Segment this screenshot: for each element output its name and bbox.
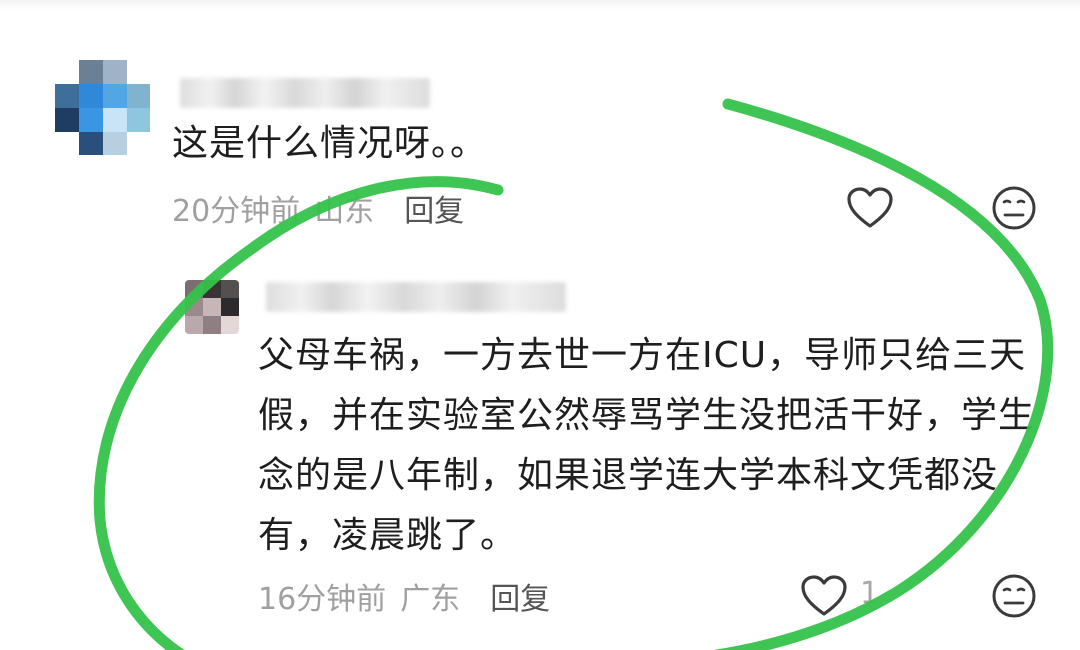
heart-icon[interactable] [800, 574, 848, 618]
comment-location: 山东 [314, 194, 375, 229]
comment-text: 父母车祸，一方去世一方在ICU，导师只给三天假，并在实验室公然辱骂学生没把活干好… [258, 335, 1036, 556]
comment-meta: 16分钟前 广东 回复 [258, 574, 550, 618]
username-blurred[interactable] [266, 282, 566, 312]
comment-text: 这是什么情况呀。。 [172, 123, 488, 164]
comment-time: 16分钟前 [258, 582, 387, 617]
heart-icon[interactable] [846, 186, 894, 230]
comment-meta: 20分钟前 山东 回复 [172, 186, 464, 230]
previous-comment-edge [0, 0, 1080, 10]
username-blurred[interactable] [180, 78, 430, 108]
avatar[interactable] [185, 280, 239, 334]
comment-location: 广东 [400, 582, 461, 617]
neutral-face-icon[interactable] [990, 184, 1038, 232]
reply-button[interactable]: 回复 [490, 574, 550, 618]
avatar[interactable] [55, 60, 150, 155]
reply-button[interactable]: 回复 [404, 186, 464, 230]
comment-time: 20分钟前 [172, 194, 301, 229]
like-count: 1 [860, 576, 880, 611]
neutral-face-icon[interactable] [990, 572, 1038, 620]
